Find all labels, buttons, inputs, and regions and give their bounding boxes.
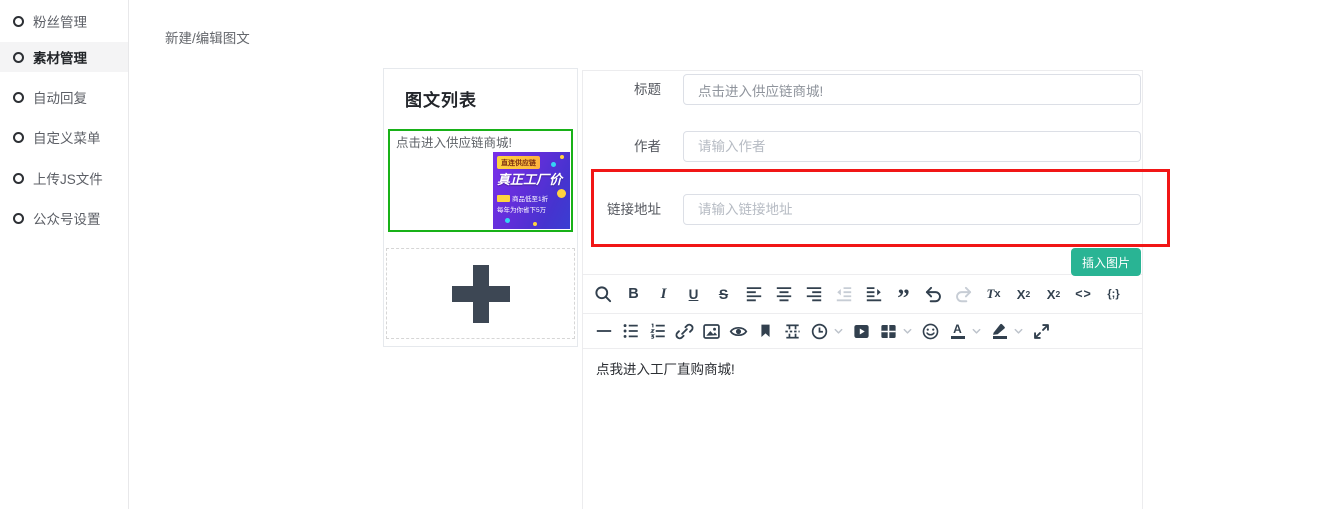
superscript-x: X [1047, 287, 1056, 302]
radio-circle-icon [13, 132, 24, 143]
superscript-2: 2 [1055, 289, 1060, 299]
thumbnail-headline: 真正工厂价 [497, 169, 562, 188]
subscript-x: X [1017, 287, 1026, 302]
form-row-link: 链接地址 [583, 194, 1142, 225]
table-dropdown-chevron-icon[interactable] [902, 326, 913, 337]
image-icon[interactable] [702, 320, 721, 342]
editor-toolbar-row1: B I U S ” [583, 274, 1142, 313]
radio-circle-icon [13, 173, 24, 184]
sidebar-item-material[interactable]: 素材管理 [0, 42, 128, 72]
article-thumbnail: 直连供应链 真正工厂价 商品低至1折 每年为你省下5万 [493, 152, 570, 229]
form-row-author: 作者 [583, 131, 1142, 162]
decor-dot [560, 155, 564, 159]
horizontal-rule-icon[interactable] [594, 320, 613, 342]
fullscreen-icon[interactable] [1032, 320, 1051, 342]
decor-dot [551, 162, 556, 167]
strikethrough-icon[interactable]: S [714, 283, 733, 305]
redo-icon[interactable] [954, 283, 973, 305]
sidebar-item-account-settings[interactable]: 公众号设置 [0, 203, 128, 233]
ordered-list-icon[interactable] [648, 320, 667, 342]
highlight-pen-icon[interactable] [990, 320, 1009, 342]
sidebar-item-label: 自定义菜单 [33, 127, 101, 147]
inline-code-icon[interactable]: <> [1074, 283, 1093, 305]
plus-icon [452, 265, 510, 323]
sidebar-item-label: 素材管理 [33, 47, 87, 67]
link-icon[interactable] [675, 320, 694, 342]
editor-text: 点我进入工厂直购商城! [596, 362, 735, 377]
subscript-icon[interactable]: X2 [1014, 283, 1033, 305]
sidebar-item-label: 上传JS文件 [33, 168, 103, 188]
bullet-list-icon[interactable] [621, 320, 640, 342]
sidebar-item-upload-js[interactable]: 上传JS文件 [0, 163, 128, 193]
clock-dropdown-chevron-icon[interactable] [833, 326, 844, 337]
indent-icon[interactable] [864, 283, 883, 305]
page-break-icon[interactable] [783, 320, 802, 342]
article-list-header: 图文列表 [405, 86, 577, 111]
link-input[interactable] [683, 194, 1141, 225]
sidebar: 粉丝管理 素材管理 自动回复 自定义菜单 上传JS文件 公众号设置 [0, 0, 129, 509]
thumbnail-line1-text: 商品低至1折 [512, 193, 548, 203]
subscript-2: 2 [1025, 289, 1030, 299]
font-color-bar [951, 336, 965, 339]
decor-dot [533, 222, 537, 226]
blockquote-icon[interactable]: ” [894, 288, 913, 310]
highlight-pen-bar [993, 336, 1007, 339]
article-form: 标题 作者 链接地址 插入图片 B I U S [582, 70, 1143, 509]
editor-toolbar-row2: A [583, 313, 1142, 349]
underline-icon[interactable]: U [684, 283, 703, 305]
link-label: 链接地址 [583, 194, 661, 225]
clear-format-t: T [987, 286, 995, 302]
sidebar-item-fans[interactable]: 粉丝管理 [0, 6, 128, 36]
bookmark-icon[interactable] [756, 320, 775, 342]
radio-circle-icon [13, 213, 24, 224]
superscript-icon[interactable]: X2 [1044, 283, 1063, 305]
clear-format-x: x [994, 288, 1000, 300]
sidebar-item-label: 自动回复 [33, 87, 87, 107]
code-block-icon[interactable]: {;} [1104, 283, 1123, 305]
title-input[interactable] [683, 74, 1141, 105]
author-input[interactable] [683, 131, 1141, 162]
article-list-panel: 图文列表 点击进入供应链商城! 直连供应链 真正工厂价 商品低至1折 每年为你省… [383, 68, 578, 347]
align-left-icon[interactable] [744, 283, 763, 305]
undo-icon[interactable] [924, 283, 943, 305]
insert-image-button[interactable]: 插入图片 [1071, 248, 1141, 276]
app-window: 粉丝管理 素材管理 自动回复 自定义菜单 上传JS文件 公众号设置 新建/编辑图… [0, 0, 1327, 509]
bold-icon[interactable]: B [624, 283, 643, 305]
align-center-icon[interactable] [774, 283, 793, 305]
sidebar-item-custom-menu[interactable]: 自定义菜单 [0, 122, 128, 152]
thumbnail-line1: 商品低至1折 [497, 193, 548, 203]
emoji-icon[interactable] [921, 320, 940, 342]
page-title: 新建/编辑图文 [165, 27, 250, 47]
highlight-dropdown-chevron-icon[interactable] [1013, 326, 1024, 337]
article-card-selected[interactable]: 点击进入供应链商城! 直连供应链 真正工厂价 商品低至1折 每年为你省下5万 [388, 129, 573, 232]
align-right-icon[interactable] [804, 283, 823, 305]
preview-eye-icon[interactable] [729, 320, 748, 342]
title-label: 标题 [583, 74, 661, 105]
decor-dot [557, 189, 566, 198]
form-row-title: 标题 [583, 74, 1142, 105]
clear-format-icon[interactable]: Tx [984, 283, 1003, 305]
decor-dot [505, 218, 510, 223]
font-color-icon[interactable]: A [948, 320, 967, 342]
radio-circle-icon [13, 92, 24, 103]
outdent-icon[interactable] [834, 283, 853, 305]
sidebar-item-label: 公众号设置 [33, 208, 101, 228]
thumbnail-line2: 每年为你省下5万 [497, 204, 546, 214]
video-icon[interactable] [852, 320, 871, 342]
editor-content-area[interactable]: 点我进入工厂直购商城! [583, 349, 1142, 509]
table-icon[interactable] [879, 320, 898, 342]
font-color-letter: A [953, 324, 962, 335]
radio-circle-icon [13, 16, 24, 27]
thumbnail-badge: 直连供应链 [497, 156, 540, 169]
add-article-button[interactable] [386, 248, 575, 339]
sidebar-item-autoreply[interactable]: 自动回复 [0, 82, 128, 112]
font-color-dropdown-chevron-icon[interactable] [971, 326, 982, 337]
yellow-chip-icon [497, 195, 510, 202]
clock-icon[interactable] [810, 320, 829, 342]
italic-icon[interactable]: I [654, 283, 673, 305]
radio-circle-icon [13, 52, 24, 63]
author-label: 作者 [583, 131, 661, 162]
sidebar-item-label: 粉丝管理 [33, 11, 87, 31]
search-icon[interactable] [594, 283, 613, 305]
